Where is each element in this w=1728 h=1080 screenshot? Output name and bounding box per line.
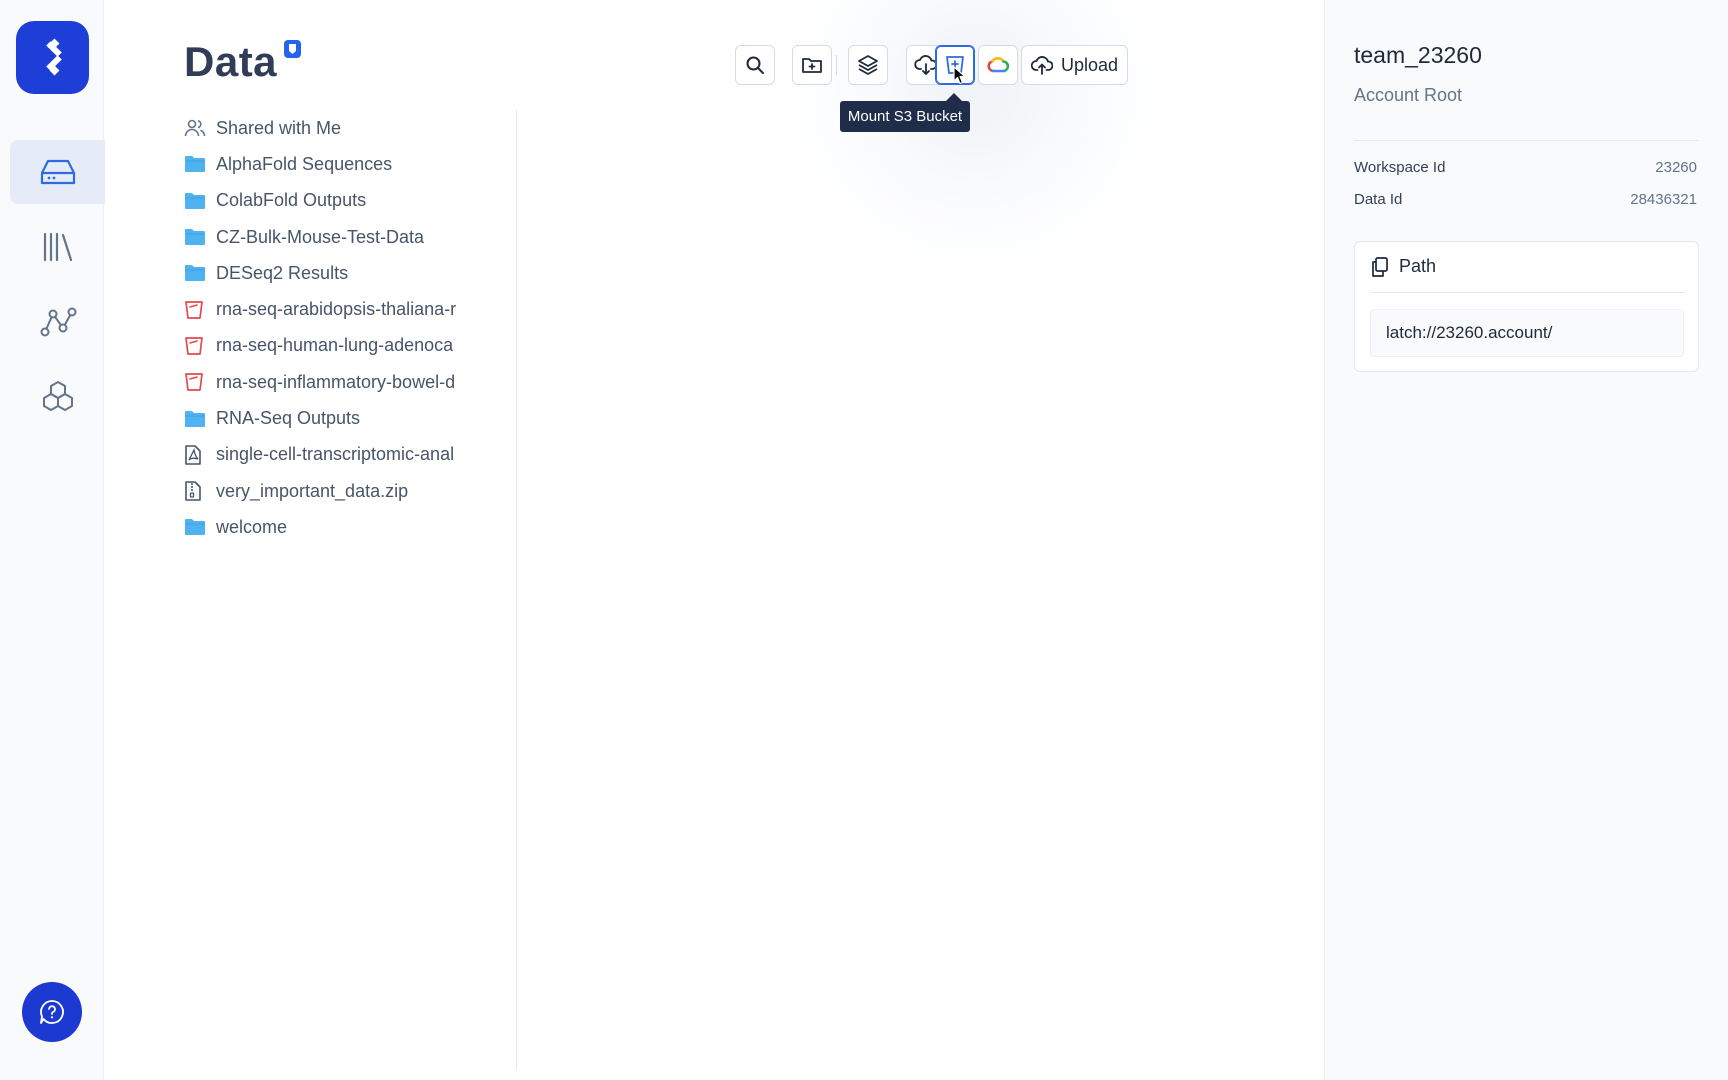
path-label: Path xyxy=(1399,256,1437,276)
file-list-item-label: very_important_data.zip xyxy=(216,480,409,501)
nav-library[interactable] xyxy=(10,215,105,279)
file-list-item[interactable]: DESeq2 Results xyxy=(184,255,480,291)
folder-icon xyxy=(184,517,206,537)
file-list-item[interactable]: welcome xyxy=(184,509,480,545)
file-list-item-label: CZ-Bulk-Mouse-Test-Data xyxy=(216,226,425,247)
path-divider xyxy=(1371,292,1684,293)
folder-icon xyxy=(184,227,206,247)
workspace-id-value: 23260 xyxy=(1655,159,1697,176)
path-header: Path xyxy=(1371,256,1436,277)
file-list-item[interactable]: rna-seq-arabidopsis-thaliana-r xyxy=(184,291,480,327)
users-icon xyxy=(184,118,206,138)
copy-icon[interactable] xyxy=(1371,256,1389,277)
file-list-item[interactable]: very_important_data.zip xyxy=(184,473,480,509)
nav-workflows[interactable] xyxy=(10,290,105,354)
pdf-file-icon xyxy=(184,445,206,465)
toolbar-divider xyxy=(836,55,837,75)
file-list-item[interactable]: rna-seq-human-lung-adenoca xyxy=(184,328,480,364)
search-button[interactable] xyxy=(735,45,775,85)
info-panel: team_23260 Account Root Workspace Id 232… xyxy=(1324,0,1728,1080)
file-list-item-label: ColabFold Outputs xyxy=(216,190,367,211)
mouse-cursor-icon xyxy=(953,66,966,85)
file-list-item-label: welcome xyxy=(216,516,288,537)
logo-icon xyxy=(45,38,62,75)
upload-button-label: Upload xyxy=(1060,54,1119,75)
file-list-item[interactable]: ColabFold Outputs xyxy=(184,183,480,219)
workspace-id-label: Workspace Id xyxy=(1354,159,1446,176)
hard-drive-icon xyxy=(40,159,75,185)
layers-button[interactable] xyxy=(848,45,888,85)
file-list-item[interactable]: CZ-Bulk-Mouse-Test-Data xyxy=(184,219,480,255)
team-name: team_23260 xyxy=(1354,42,1482,68)
tooltip: Mount S3 Bucket xyxy=(840,101,970,132)
hexagons-icon xyxy=(42,381,73,411)
folder-plus-icon xyxy=(802,58,822,73)
cloud-upload-icon xyxy=(1030,56,1053,75)
info-badge-icon[interactable] xyxy=(284,40,301,58)
tooltip-arrow xyxy=(946,93,962,101)
help-chat-icon xyxy=(40,1000,64,1024)
layers-icon xyxy=(858,55,878,75)
nav-molecules[interactable] xyxy=(10,365,105,429)
search-icon xyxy=(746,56,764,74)
library-icon xyxy=(43,232,72,262)
mount-gcs-bucket-button[interactable] xyxy=(978,45,1018,85)
data-id-label: Data Id xyxy=(1354,191,1403,208)
panel-divider xyxy=(1354,140,1698,141)
file-list-item[interactable]: rna-seq-inflammatory-bowel-d xyxy=(184,364,480,400)
file-list-item-label: rna-seq-human-lung-adenoca xyxy=(216,335,454,356)
upload-button[interactable]: Upload xyxy=(1021,45,1128,85)
folder-icon xyxy=(184,191,206,211)
file-list-item-label: single-cell-transcriptomic-anal xyxy=(216,444,455,465)
left-nav-rail xyxy=(0,0,105,1080)
file-list: Shared with Me AlphaFold Sequences ColabFo… xyxy=(184,110,480,546)
latch-logo[interactable] xyxy=(16,21,89,94)
path-value[interactable]: latch://23260.account/ xyxy=(1370,309,1684,357)
page-title: Data xyxy=(184,38,278,85)
list-divider xyxy=(516,110,517,1070)
file-list-item[interactable]: Shared with Me xyxy=(184,110,480,146)
file-list-item[interactable]: single-cell-transcriptomic-anal xyxy=(184,437,480,473)
file-list-item-label: AlphaFold Sequences xyxy=(216,153,393,174)
workflow-graph-icon xyxy=(40,307,76,337)
s3-bucket-icon xyxy=(184,300,206,320)
google-cloud-icon xyxy=(987,57,1010,73)
s3-bucket-icon xyxy=(184,372,206,392)
help-button[interactable] xyxy=(22,982,82,1042)
file-list-item-label: rna-seq-inflammatory-bowel-d xyxy=(216,371,456,392)
app-root: Data Upload Mount S3 Bucket Shared with … xyxy=(0,0,1728,1080)
zip-file-icon xyxy=(184,481,206,501)
account-root-label: Account Root xyxy=(1354,85,1463,105)
folder-icon xyxy=(184,154,206,174)
file-list-item-label: DESeq2 Results xyxy=(216,262,349,283)
folder-icon xyxy=(184,263,206,283)
path-card: Path latch://23260.account/ xyxy=(1354,241,1699,372)
nav-data[interactable] xyxy=(10,140,105,204)
data-id-value: 28436321 xyxy=(1630,191,1697,208)
file-list-item-label: RNA-Seq Outputs xyxy=(216,408,361,429)
folder-icon xyxy=(184,409,206,429)
file-list-item[interactable]: RNA-Seq Outputs xyxy=(184,400,480,436)
file-list-item[interactable]: AlphaFold Sequences xyxy=(184,146,480,182)
new-folder-button[interactable] xyxy=(792,45,832,85)
file-list-item-label: rna-seq-arabidopsis-thaliana-r xyxy=(216,299,457,320)
s3-bucket-icon xyxy=(184,336,206,356)
file-list-item-label: Shared with Me xyxy=(216,117,342,138)
main-content: Data Upload Mount S3 Bucket Shared with … xyxy=(104,0,1324,1080)
